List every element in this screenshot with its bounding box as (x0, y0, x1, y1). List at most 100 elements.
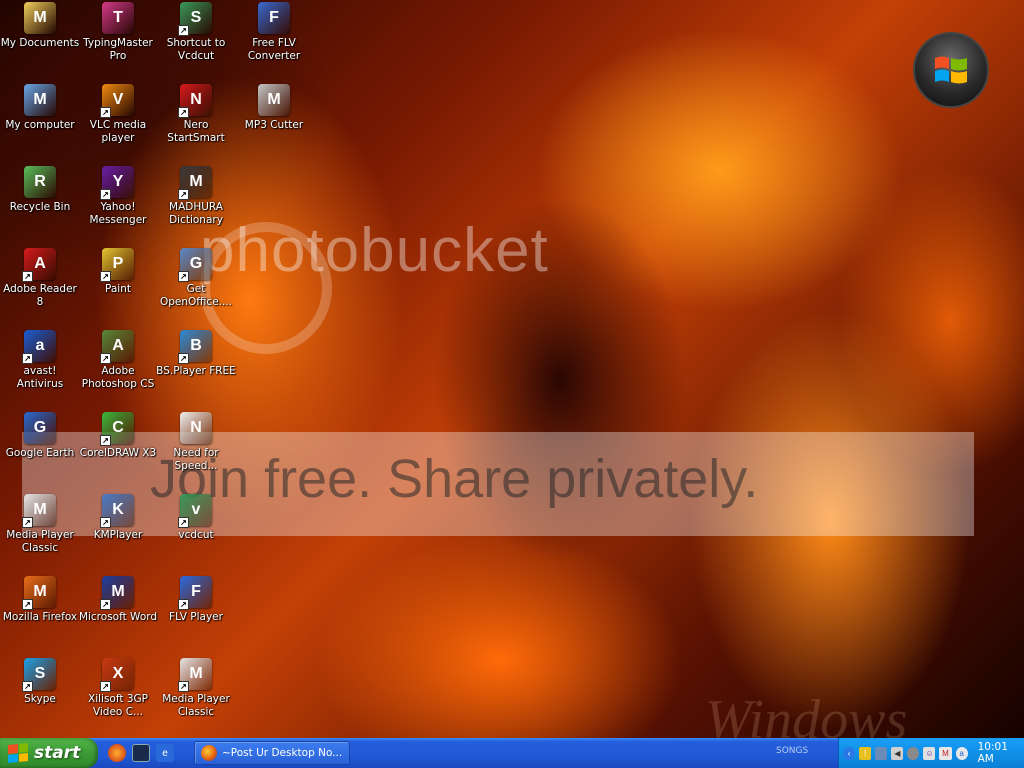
nero-icon: N ↗ (178, 84, 212, 118)
desktop-icon[interactable]: R Recycle Bin (0, 166, 80, 214)
songs-toolbar[interactable]: SONGS (776, 746, 808, 756)
desktop-icon[interactable]: V ↗ VLC media player (78, 84, 158, 145)
desktop-icon[interactable]: N ↗ Nero StartSmart (156, 84, 236, 145)
desktop-icon[interactable]: F Free FLV Converter (234, 2, 314, 63)
shortcut-arrow-icon: ↗ (178, 681, 189, 692)
desktop-icon[interactable]: M ↗ Microsoft Word (78, 576, 158, 624)
avast-icon: a ↗ (22, 330, 56, 364)
desktop-icon-label: VLC media player (89, 119, 147, 144)
firefox-icon: M ↗ (22, 576, 56, 610)
desktop-icon[interactable]: P ↗ Paint (78, 248, 158, 296)
shortcut-arrow-icon: ↗ (178, 517, 189, 528)
shortcut-arrow-icon: ↗ (178, 599, 189, 610)
desktop-icon-label: Need for Speed... (173, 447, 219, 472)
desktop-icon[interactable]: C ↗ CorelDRAW X3 (78, 412, 158, 460)
show-desktop-icon[interactable] (132, 744, 150, 762)
desktop-icon-label: Microsoft Word (78, 611, 158, 623)
desktop-icon[interactable]: S ↗ Shortcut to Vcdcut (156, 2, 236, 63)
shortcut-arrow-icon: ↗ (22, 599, 33, 610)
desktop-icon[interactable]: v ↗ vcdcut (156, 494, 236, 542)
desktop-icon-label: KMPlayer (93, 529, 143, 541)
desktop-icon[interactable]: A ↗ Adobe Reader 8 (0, 248, 80, 309)
desktop-icon-label: Recycle Bin (9, 201, 71, 213)
paint-icon: P ↗ (100, 248, 134, 282)
shortcut-arrow-icon: ↗ (178, 25, 189, 36)
desktop-icon-label: Mozilla Firefox (2, 611, 78, 623)
desktop-icon[interactable]: F ↗ FLV Player (156, 576, 236, 624)
desktop-icon[interactable]: S ↗ Skype (0, 658, 80, 706)
desktop-icon[interactable]: B ↗ BS.Player FREE (156, 330, 236, 378)
folder-documents-icon: M (24, 2, 56, 34)
desktop-icon-label: Adobe Photoshop CS (81, 365, 155, 390)
desktop-icon-label: vcdcut (178, 529, 214, 541)
media-player-classic-icon: M ↗ (178, 658, 212, 692)
shortcut-arrow-icon: ↗ (100, 517, 111, 528)
shortcut-arrow-icon: ↗ (22, 517, 33, 528)
vlc-icon: V ↗ (100, 84, 134, 118)
desktop-icon[interactable]: M ↗ Mozilla Firefox (0, 576, 80, 624)
desktop-icon[interactable]: Y ↗ Yahoo! Messenger (78, 166, 158, 227)
desktop-icon[interactable]: X ↗ Xilisoft 3GP Video C... (78, 658, 158, 719)
clock[interactable]: 10:01 AM (978, 741, 1024, 765)
desktop-icon-label: Free FLV Converter (247, 37, 301, 62)
desktop-icon-label: Media Player Classic (162, 693, 230, 718)
desktop-icon[interactable]: M My computer (0, 84, 80, 132)
desktop-icon[interactable]: N Need for Speed... (156, 412, 236, 473)
desktop-icon-label: Get OpenOffice.... (159, 283, 233, 308)
desktop-icon[interactable]: a ↗ avast! Antivirus (0, 330, 80, 391)
dictionary-icon: M ↗ (178, 166, 212, 200)
openoffice-icon: G ↗ (178, 248, 212, 282)
system-tray: ‹ ! ◀ ☺ M a 10:01 AM (838, 738, 1024, 768)
desktop-icon[interactable]: M My Documents (0, 2, 80, 50)
desktop-icon-label: My Documents (0, 37, 80, 49)
firefox-icon (201, 745, 217, 761)
windows-flag-icon (8, 742, 28, 764)
desktop-icon-label: Skype (24, 693, 56, 705)
desktop-icon[interactable]: M MP3 Cutter (234, 84, 314, 132)
desktop-icon-label: BS.Player FREE (156, 365, 236, 377)
desktop-icon[interactable]: M ↗ Media Player Classic (156, 658, 236, 719)
taskbar-window-button[interactable]: ~Post Ur Desktop No... (194, 741, 350, 765)
desktop-icon-label: Nero StartSmart (167, 119, 225, 144)
desktop-icon-label: FLV Player (169, 611, 223, 623)
start-button[interactable]: start (0, 738, 98, 768)
kmplayer-icon: K ↗ (100, 494, 134, 528)
windows-flag-icon (935, 56, 967, 84)
network-icon[interactable] (875, 746, 888, 760)
cd-icon: M (258, 84, 290, 116)
desktop-icon-label: Yahoo! Messenger (89, 201, 147, 226)
firefox-quicklaunch-icon[interactable] (108, 744, 126, 762)
shortcut-arrow-icon: ↗ (100, 599, 111, 610)
shortcut-arrow-icon: ↗ (100, 353, 111, 364)
desktop-icon[interactable]: A ↗ Adobe Photoshop CS (78, 330, 158, 391)
shortcut-arrow-icon: ↗ (178, 271, 189, 282)
expand-tray-icon[interactable]: ‹ (843, 746, 856, 760)
shortcut-arrow-icon: ↗ (178, 107, 189, 118)
security-shield-icon[interactable]: ! (859, 746, 872, 760)
desktop-icon-label: Adobe Reader 8 (3, 283, 77, 308)
desktop-icon-label: Paint (105, 283, 131, 295)
player-tray-icon[interactable] (907, 746, 920, 760)
avast-tray-icon[interactable]: a (955, 746, 968, 760)
yahoo-messenger-icon: Y ↗ (100, 166, 134, 200)
adobe-reader-icon: A ↗ (22, 248, 56, 282)
desktop-icon[interactable]: M ↗ Media Player Classic (0, 494, 80, 555)
volume-icon[interactable]: ◀ (891, 746, 904, 760)
desktop-icon-label: Media Player Classic (6, 529, 74, 554)
desktop-icon-label: Shortcut to Vcdcut (166, 37, 226, 62)
desktop-icon[interactable]: K ↗ KMPlayer (78, 494, 158, 542)
yahoo-tray-icon[interactable]: ☺ (923, 746, 936, 760)
document-icon: N (180, 412, 212, 444)
computer-icon: M (24, 84, 56, 116)
desktop-icon[interactable]: G Google Earth (0, 412, 80, 460)
shortcut-arrow-icon: ↗ (100, 435, 111, 446)
shortcut-arrow-icon: ↗ (22, 271, 33, 282)
shortcut-arrow-icon: ↗ (178, 189, 189, 200)
desktop-icon[interactable]: M ↗ MADHURA Dictionary (156, 166, 236, 227)
xilisoft-icon: X ↗ (100, 658, 134, 692)
mail-icon[interactable]: M (939, 746, 952, 760)
flv-converter-icon: F (258, 2, 290, 34)
desktop-icon[interactable]: G ↗ Get OpenOffice.... (156, 248, 236, 309)
internet-explorer-icon[interactable]: e (156, 744, 174, 762)
desktop-icon[interactable]: T TypingMaster Pro (78, 2, 158, 63)
